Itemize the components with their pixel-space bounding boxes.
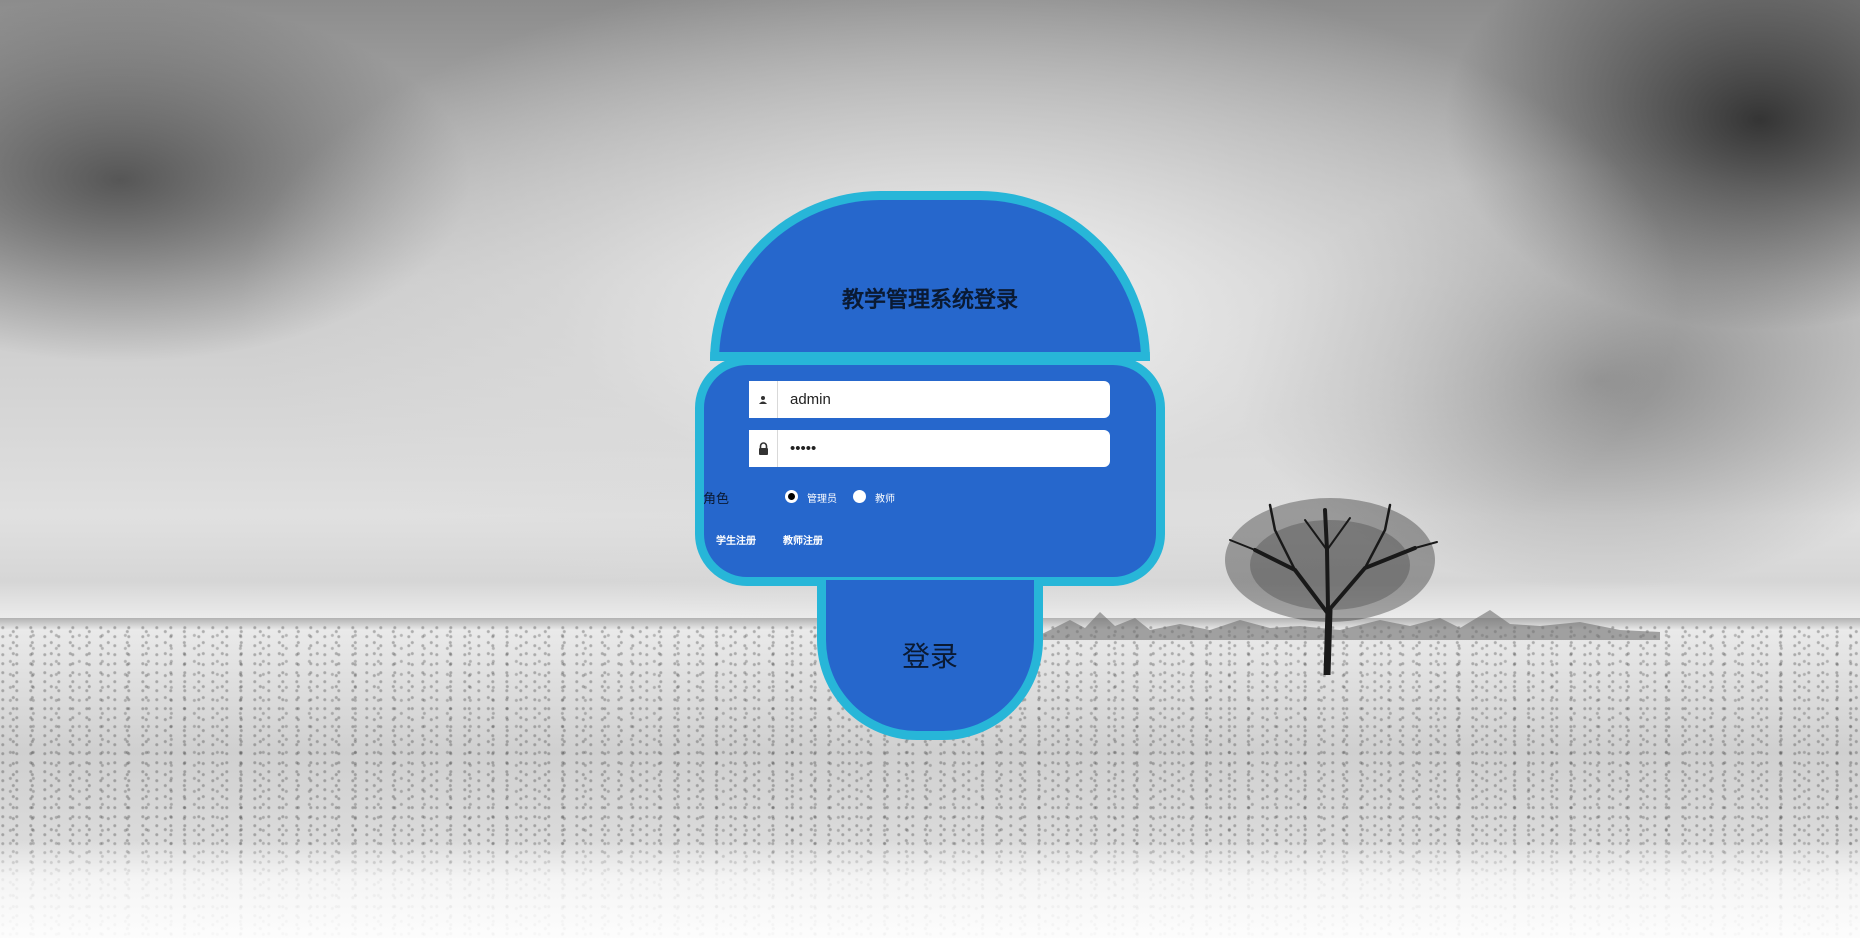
- role-radio-admin[interactable]: [785, 490, 798, 503]
- login-button[interactable]: 登录: [826, 635, 1034, 675]
- role-option-admin-label: 管理员: [807, 494, 837, 505]
- login-title: 教学管理系统登录: [841, 288, 1018, 313]
- teacher-register-link[interactable]: 教师注册: [783, 532, 823, 547]
- password-input[interactable]: [778, 430, 1110, 467]
- username-field: [749, 381, 1110, 418]
- user-icon: [749, 381, 778, 418]
- username-input[interactable]: [778, 381, 1110, 418]
- role-label: 角色: [703, 492, 730, 507]
- role-radio-teacher[interactable]: [853, 490, 866, 503]
- password-field: [749, 430, 1110, 467]
- lone-tree: [1225, 498, 1438, 675]
- student-register-link[interactable]: 学生注册: [716, 532, 756, 547]
- role-option-teacher-label: 教师: [875, 494, 895, 505]
- login-header-dome: 教学管理系统登录: [710, 191, 1150, 361]
- background-scene: 教学管理系统登录 角色 管理员 教师 学生注册 教师注册 登录: [0, 0, 1860, 938]
- lock-icon: [749, 430, 778, 467]
- snow-foreground: [0, 840, 1860, 938]
